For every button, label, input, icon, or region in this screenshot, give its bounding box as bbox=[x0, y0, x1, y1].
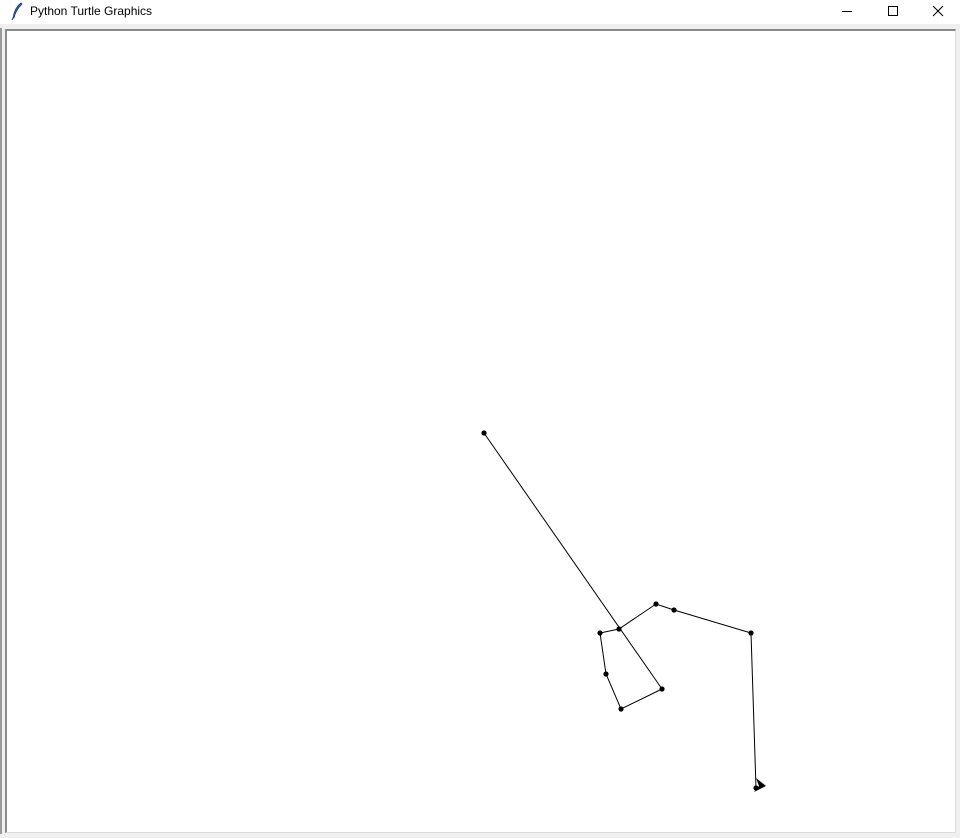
turtle-drawing bbox=[481, 430, 766, 792]
path-dot bbox=[616, 626, 622, 632]
path-dot bbox=[659, 686, 665, 692]
path-dots bbox=[481, 430, 759, 791]
path-dot bbox=[481, 430, 487, 436]
turtle-path bbox=[483, 432, 757, 789]
path-dot bbox=[748, 630, 754, 636]
path-dot bbox=[597, 630, 603, 636]
path-dot bbox=[603, 671, 609, 677]
path-dot bbox=[653, 601, 659, 607]
path-dot bbox=[671, 607, 677, 613]
path-dot bbox=[618, 706, 624, 712]
